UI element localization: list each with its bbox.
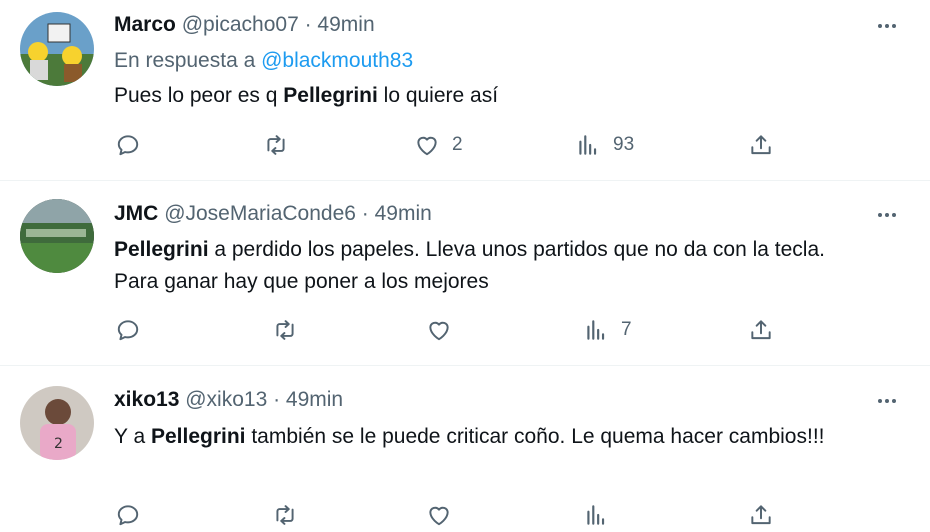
share-button[interactable]	[748, 502, 774, 528]
like-button[interactable]: 2	[414, 132, 463, 158]
reply-mention-link[interactable]: @blackmouth83	[261, 49, 413, 72]
text-part: Y a	[114, 425, 151, 448]
tweet-text: Pellegrini a perdido los papeles. Lleva …	[114, 234, 874, 298]
avatar[interactable]	[20, 12, 94, 86]
tweet-text: Pues lo peor es q Pellegrini lo quiere a…	[114, 80, 894, 112]
tweet-header: xiko13 @xiko13 · 49min	[114, 388, 343, 412]
tweet-header: JMC @JoseMariaConde6 · 49min	[114, 202, 432, 226]
text-part: lo quiere así	[377, 84, 499, 107]
retweet-icon	[272, 502, 298, 528]
like-button[interactable]	[426, 317, 464, 343]
avatar[interactable]	[20, 199, 94, 273]
tweet[interactable]: 2 xiko13 @xiko13 · 49min Y a Pellegrini …	[0, 366, 930, 526]
share-icon	[748, 132, 774, 158]
like-icon	[426, 502, 452, 528]
more-icon[interactable]	[872, 391, 902, 411]
view-count: 93	[613, 134, 635, 155]
reply-icon	[115, 132, 141, 158]
like-button[interactable]	[426, 502, 452, 528]
share-icon	[748, 502, 774, 528]
views-icon	[575, 132, 601, 158]
more-icon[interactable]	[872, 16, 902, 36]
view-count: 7	[621, 319, 632, 340]
handle-time: @JoseMariaConde6 · 49min	[164, 202, 432, 225]
share-icon	[748, 317, 774, 343]
reply-button[interactable]	[115, 317, 141, 343]
display-name[interactable]: Marco	[114, 13, 176, 36]
action-bar	[0, 502, 930, 532]
like-icon	[414, 132, 440, 158]
share-button[interactable]	[748, 132, 774, 158]
reply-prefix: En respuesta a	[114, 49, 262, 72]
retweet-icon	[263, 132, 289, 158]
text-part: también se le puede criticar coño. Le qu…	[245, 425, 825, 448]
reply-icon	[115, 502, 141, 528]
handle-time: @picacho07 · 49min	[181, 13, 375, 36]
reply-context: En respuesta a @blackmouth83	[114, 49, 413, 73]
retweet-button[interactable]	[263, 132, 289, 158]
handle-time: @xiko13 · 49min	[185, 388, 344, 411]
retweet-icon	[272, 317, 298, 343]
tweet[interactable]: Marco @picacho07 · 49min En respuesta a …	[0, 0, 930, 180]
avatar[interactable]: 2	[20, 386, 94, 460]
text-part: Pues lo peor es q	[114, 84, 284, 107]
text-bold: Pellegrini	[114, 238, 209, 261]
text-bold: Pellegrini	[283, 84, 378, 107]
reply-icon	[115, 317, 141, 343]
reply-button[interactable]	[115, 132, 141, 158]
more-icon[interactable]	[872, 205, 902, 225]
display-name[interactable]: JMC	[114, 202, 158, 225]
views-button[interactable]	[583, 502, 609, 528]
like-count: 2	[452, 134, 463, 155]
views-icon	[583, 502, 609, 528]
display-name[interactable]: xiko13	[114, 388, 179, 411]
retweet-button[interactable]	[272, 317, 298, 343]
views-icon	[583, 317, 609, 343]
svg-text:2: 2	[54, 436, 63, 452]
retweet-button[interactable]	[272, 502, 298, 528]
views-button[interactable]: 93	[575, 132, 634, 158]
tweet[interactable]: JMC @JoseMariaConde6 · 49min Pellegrini …	[0, 181, 930, 365]
tweet-text: Y a Pellegrini también se le puede criti…	[114, 421, 834, 453]
action-bar: 7	[0, 317, 930, 347]
text-bold: Pellegrini	[150, 425, 246, 448]
share-button[interactable]	[748, 317, 774, 343]
tweet-header: Marco @picacho07 · 49min	[114, 13, 375, 37]
reply-button[interactable]	[115, 502, 141, 528]
action-bar: 2 93	[0, 132, 930, 162]
text-part: a perdido los papeles. Lleva unos partid…	[114, 238, 825, 293]
like-icon	[426, 317, 452, 343]
views-button[interactable]: 7	[583, 317, 632, 343]
